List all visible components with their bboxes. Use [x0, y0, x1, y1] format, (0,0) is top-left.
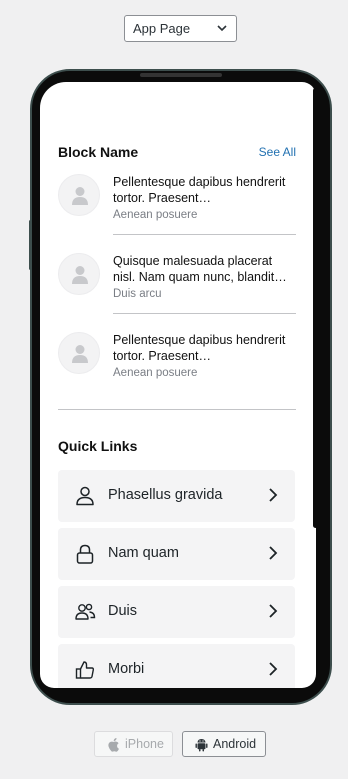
page-type-select-value: App Page	[133, 21, 191, 36]
list-item-subtitle: Duis arcu	[113, 288, 162, 300]
list-item[interactable]: Quisque malesuada placerat nisl. Nam qua…	[58, 243, 296, 323]
chevron-right-icon	[269, 662, 278, 676]
avatar	[58, 253, 100, 295]
phone-screen[interactable]: Block Name See All Pellentesque dapibus …	[40, 82, 316, 688]
list-item-subtitle: Aenean posuere	[113, 209, 198, 221]
quick-link-label: Phasellus gravida	[108, 487, 223, 503]
users-icon	[75, 603, 96, 620]
quick-link-label: Morbi	[108, 661, 145, 677]
user-icon	[76, 486, 94, 506]
android-button-label: Android	[213, 737, 257, 751]
screen-scrollbar[interactable]	[313, 88, 318, 528]
chevron-down-icon	[216, 16, 228, 49]
list-item-divider	[113, 313, 296, 314]
quick-links-title: Quick Links	[58, 438, 138, 454]
user-placeholder-icon	[72, 266, 88, 284]
quick-link-nam-quam[interactable]: Nam quam	[58, 528, 295, 580]
quick-link-phasellus-gravida[interactable]: Phasellus gravida	[58, 470, 295, 522]
list-item[interactable]: Pellentesque dapibus hendrerit tortor. P…	[58, 164, 296, 244]
quick-link-duis[interactable]: Duis	[58, 586, 295, 638]
list-item-subtitle: Aenean posuere	[113, 367, 198, 379]
see-all-link[interactable]: See All	[259, 145, 296, 159]
quick-link-label: Duis	[108, 603, 138, 619]
thumbs-up-icon	[75, 661, 95, 679]
android-button[interactable]: Android	[182, 731, 266, 757]
user-placeholder-icon	[72, 345, 88, 363]
list-item-divider	[113, 234, 296, 235]
user-placeholder-icon	[72, 187, 88, 205]
page-type-select[interactable]: App Page	[124, 15, 237, 42]
lock-icon	[76, 544, 94, 564]
chevron-right-icon	[269, 488, 278, 502]
iphone-button[interactable]: iPhone	[94, 731, 173, 757]
chevron-right-icon	[269, 546, 278, 560]
list-item-title: Pellentesque dapibus hendrerit tortor. P…	[113, 175, 286, 205]
avatar	[58, 332, 100, 374]
block-header: Block Name See All	[58, 144, 296, 164]
avatar	[58, 174, 100, 216]
section-divider	[58, 409, 296, 410]
android-icon	[195, 739, 208, 752]
quick-link-label: Nam quam	[108, 545, 179, 561]
iphone-button-label: iPhone	[125, 737, 164, 751]
phone-speaker	[140, 73, 222, 77]
list-item[interactable]: Pellentesque dapibus hendrerit tortor. P…	[58, 322, 296, 402]
list-item-title: Pellentesque dapibus hendrerit tortor. P…	[113, 333, 286, 363]
chevron-right-icon	[269, 604, 278, 618]
quick-link-morbi[interactable]: Morbi	[58, 644, 295, 688]
block-title: Block Name	[58, 144, 139, 160]
apple-icon	[108, 738, 119, 752]
list-item-title: Quisque malesuada placerat nisl. Nam qua…	[113, 254, 287, 284]
